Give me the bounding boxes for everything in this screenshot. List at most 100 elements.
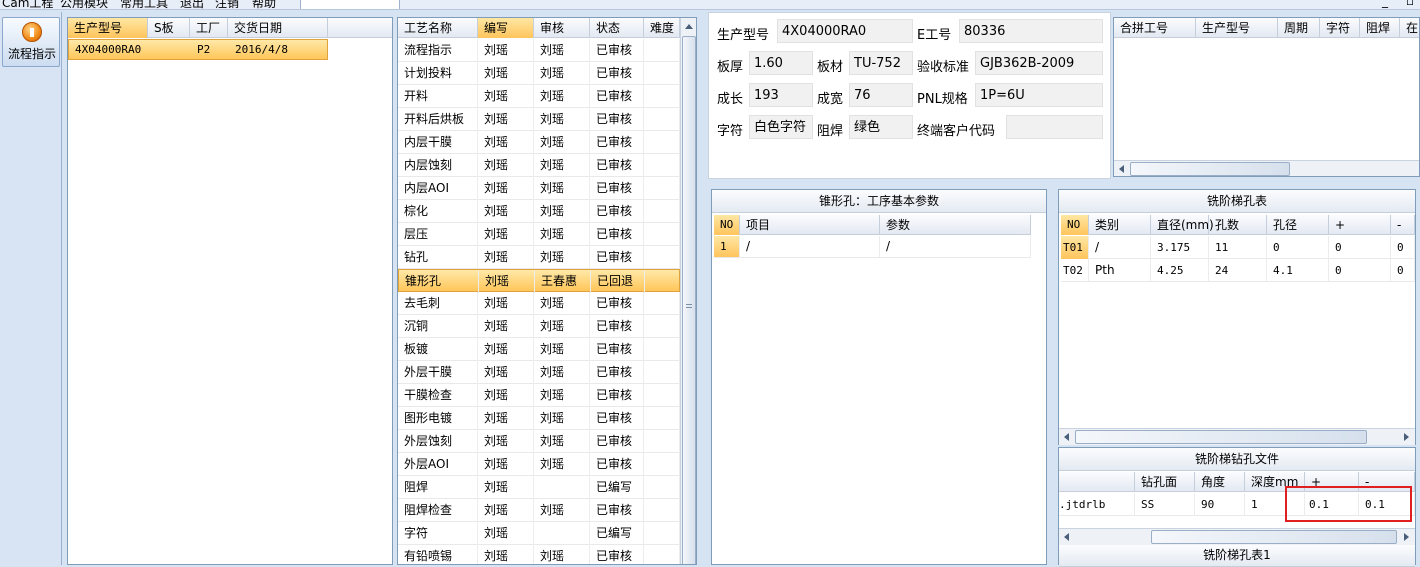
col-combined-eno[interactable]: 合拼工号 [1114,18,1196,38]
eno-field[interactable]: 80336 [959,19,1103,43]
scroll-thumb[interactable] [682,36,696,564]
process-row[interactable]: 板镀 刘瑶 刘瑶 已审核 [398,338,680,361]
col-status[interactable]: 状态 [590,18,644,38]
process-row[interactable]: 开料后烘板 刘瑶 刘瑶 已审核 [398,108,680,131]
col-combined-more[interactable]: 在 [1400,18,1419,38]
col-factory[interactable]: 工厂 [190,18,228,38]
col-diameter[interactable]: 直径(mm) [1151,215,1214,235]
process-row[interactable]: 阻焊 刘瑶 已编写 [398,476,680,499]
process-row[interactable]: 外层干膜 刘瑶 刘瑶 已审核 [398,361,680,384]
col-no[interactable]: NO [714,215,740,235]
col-delivery-date[interactable]: 交货日期 [228,18,328,38]
combined-hscroll[interactable] [1114,160,1419,176]
length-field[interactable]: 193 [749,83,813,107]
col-combined-model[interactable]: 生产型号 [1196,18,1278,38]
col-param[interactable]: 参数 [880,215,1031,235]
col-type[interactable]: 类别 [1089,215,1151,235]
process-row[interactable]: 计划投料 刘瑶 刘瑶 已审核 [398,62,680,85]
process-row[interactable]: 流程指示 刘瑶 刘瑶 已审核 [398,39,680,62]
col-reviewer[interactable]: 审核 [534,18,590,38]
process-scrollbar[interactable] [680,18,696,564]
scroll-thumb[interactable] [1075,430,1367,444]
table-row[interactable]: T02 Pth 4.25 24 4.1 0 0 [1061,259,1415,282]
process-row[interactable]: 干膜检查 刘瑶 刘瑶 已审核 [398,384,680,407]
col-no[interactable]: NO [1061,215,1089,235]
menu-logout[interactable]: 注销 [215,0,239,9]
col-process-name[interactable]: 工艺名称 [398,18,478,38]
minimize-icon[interactable]: _ [1382,0,1388,8]
col-author[interactable]: 编写 [478,18,534,38]
step-hole-hscroll[interactable] [1059,428,1415,445]
pnl-field[interactable]: 1P=6U [975,83,1103,107]
customer-field[interactable] [1006,115,1103,139]
col-difficulty[interactable]: 难度 [644,18,680,38]
scroll-left-icon[interactable] [1119,165,1124,173]
model-field[interactable]: 4X04000RA0 [777,19,913,43]
col-plus[interactable]: + [1329,215,1391,235]
process-difficulty [645,270,681,293]
mask-field[interactable]: 绿色 [849,115,913,139]
menu-help[interactable]: 帮助 [252,0,276,9]
col-combined-char[interactable]: 字符 [1320,18,1360,38]
col-item[interactable]: 项目 [740,215,880,235]
table-row[interactable]: T01 / 3.175 11 0 0 0 [1061,236,1415,259]
process-row[interactable]: 内层干膜 刘瑶 刘瑶 已审核 [398,131,680,154]
flow-indicator-button[interactable]: 流程指示 [2,17,60,67]
char-field[interactable]: 白色字符 [749,115,813,139]
process-row[interactable]: 内层AOI 刘瑶 刘瑶 已审核 [398,177,680,200]
scroll-thumb[interactable] [1130,162,1290,176]
restore-icon[interactable]: ▫ [1406,0,1414,8]
process-row[interactable]: 层压 刘瑶 刘瑶 已审核 [398,223,680,246]
col-file[interactable] [1059,472,1135,492]
col-minus[interactable]: - [1391,215,1415,235]
toolbar-search-box[interactable] [300,0,400,9]
process-row[interactable]: 有铅喷锡 刘瑶 刘瑶 已审核 [398,545,680,564]
table-row[interactable]: 4X04000RA0 P2 2016/4/8 [68,39,328,60]
width-field[interactable]: 76 [849,83,913,107]
scroll-right-icon[interactable] [1404,433,1409,441]
scroll-left-icon[interactable] [1064,433,1069,441]
process-row[interactable]: 棕化 刘瑶 刘瑶 已审核 [398,200,680,223]
thickness-field[interactable]: 1.60 [749,51,813,75]
process-status: 已审核 [590,292,644,315]
scroll-right-icon[interactable] [1404,533,1409,541]
process-difficulty [644,154,680,177]
process-row[interactable]: 外层AOI 刘瑶 刘瑶 已审核 [398,453,680,476]
col-count[interactable]: 孔数 [1209,215,1267,235]
process-row[interactable]: 钻孔 刘瑶 刘瑶 已审核 [398,246,680,269]
process-row[interactable]: 开料 刘瑶 刘瑶 已审核 [398,85,680,108]
menu-cam[interactable]: Cam工程 [2,0,53,9]
row-item: / [740,236,880,257]
process-row[interactable]: 外层蚀刻 刘瑶 刘瑶 已审核 [398,430,680,453]
scroll-up-icon[interactable] [685,24,693,29]
scroll-left-icon[interactable] [1064,533,1069,541]
col-combined-mask[interactable]: 阻焊 [1360,18,1400,38]
col-hole[interactable]: 孔径 [1267,215,1329,235]
menu-common-modules[interactable]: 公用模块 [60,0,108,9]
process-row[interactable]: 锥形孔 刘瑶 王春惠 已回退 [398,269,681,293]
process-author: 刘瑶 [478,154,534,177]
left-sidebar [0,12,62,565]
col-angle[interactable]: 角度 [1195,472,1245,492]
process-row[interactable]: 图形电镀 刘瑶 刘瑶 已审核 [398,407,680,430]
process-row[interactable]: 内层蚀刻 刘瑶 刘瑶 已审核 [398,154,680,177]
menu-exit[interactable]: 退出 [180,0,204,9]
drill-file-hscroll[interactable] [1059,528,1415,545]
process-row[interactable]: 阻焊检查 刘瑶 刘瑶 已审核 [398,499,680,522]
process-row[interactable]: 去毛刺 刘瑶 刘瑶 已审核 [398,292,680,315]
col-s-board[interactable]: S板 [148,18,190,38]
highlight-box [1285,486,1412,522]
process-author: 刘瑶 [478,522,534,545]
process-row[interactable]: 沉铜 刘瑶 刘瑶 已审核 [398,315,680,338]
col-model[interactable]: 生产型号 [68,18,148,38]
table-row[interactable]: 1 / / [714,236,1031,258]
col-face[interactable]: 钻孔面 [1135,472,1195,492]
menu-tools[interactable]: 常用工具 [120,0,168,9]
process-row[interactable]: 字符 刘瑶 已编写 [398,522,680,545]
process-status: 已编写 [590,476,644,499]
material-field[interactable]: TU-752 [849,51,913,75]
standard-field[interactable]: GJB362B-2009 [975,51,1103,75]
col-combined-period[interactable]: 周期 [1278,18,1320,38]
scroll-thumb[interactable] [1151,530,1397,544]
process-author: 刘瑶 [478,200,534,223]
